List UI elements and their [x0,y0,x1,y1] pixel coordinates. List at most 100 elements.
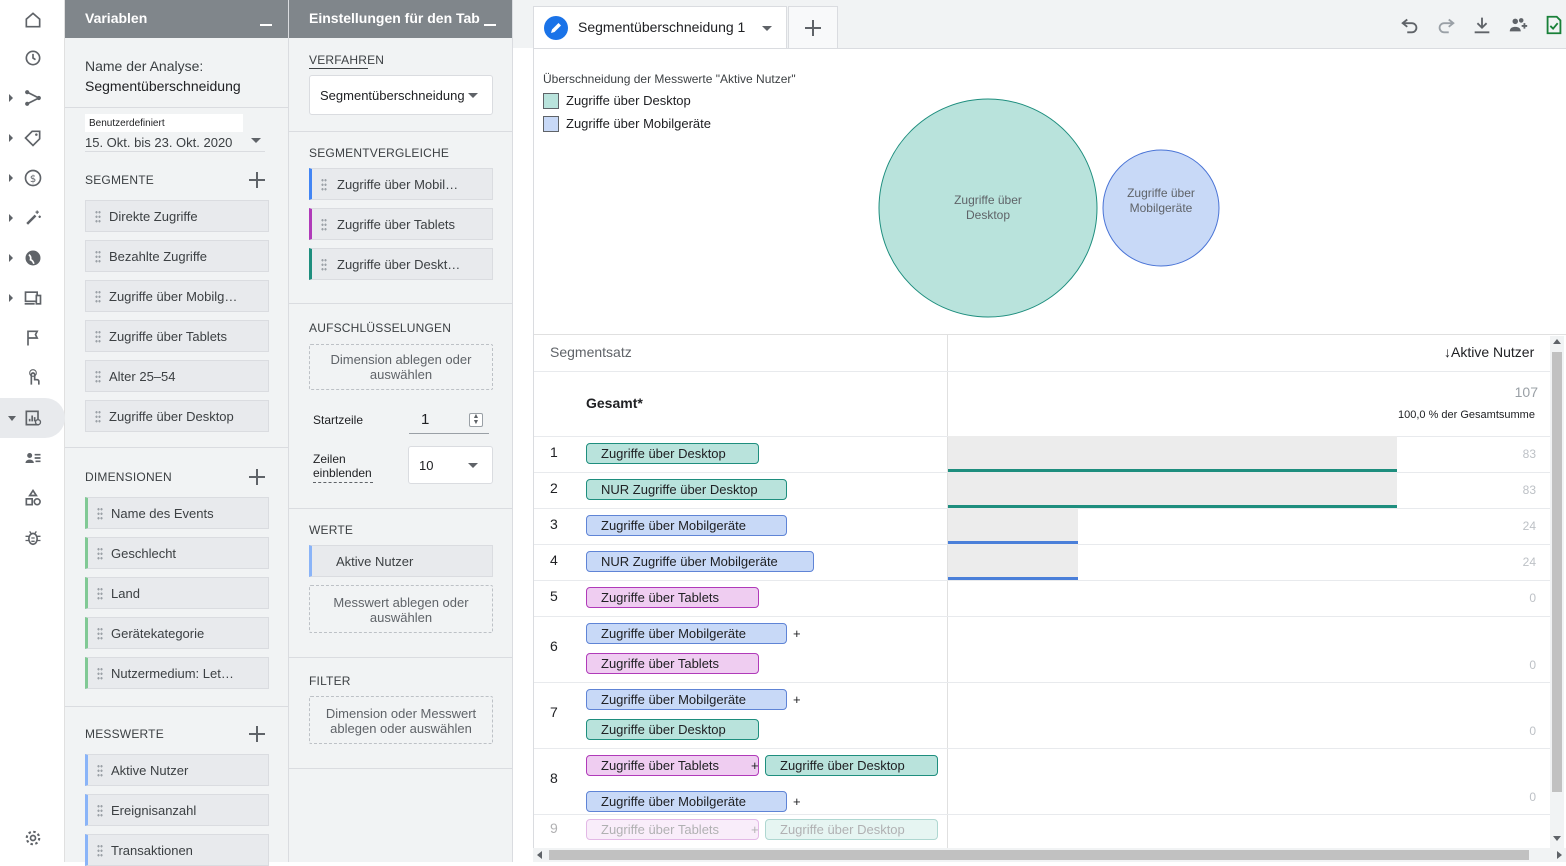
metric-drop-zone[interactable]: Messwert ablegen oder auswählen [309,585,493,633]
shapes-nav-item[interactable] [0,478,65,518]
dimension-chip[interactable]: Gerätekategorie [85,617,269,649]
add-segment-button[interactable] [249,172,265,188]
drag-handle-icon[interactable] [97,547,103,561]
add-tab-button[interactable] [788,6,838,48]
segment-comparison-chip[interactable]: Zugriffe über Deskt… [309,248,493,280]
table-row[interactable]: 3 Zugriffe über Mobilgeräte 24 [534,508,1550,544]
table-row[interactable]: 7 Zugriffe über Mobilgeräte Zugriffe über … [534,682,1550,748]
date-range-picker[interactable]: Benutzerdefiniert 15. Okt. bis 23. Okt. … [85,114,265,152]
tags-nav-item[interactable] [0,118,65,158]
segment-pill[interactable]: Zugriffe über Desktop [765,755,938,776]
collapse-panel-button[interactable] [260,24,272,26]
flag-nav-item[interactable] [0,318,65,358]
scroll-right-icon[interactable] [1557,851,1562,859]
segment-pill[interactable]: Zugriffe über Desktop [586,443,759,464]
segment-chip[interactable]: Zugriffe über Desktop [85,400,269,432]
segment-pill[interactable]: Zugriffe über Tablets [586,819,759,840]
drag-handle-icon[interactable] [321,218,327,232]
reports-nav-item[interactable] [0,38,65,78]
dimension-chip[interactable]: Land [85,577,269,609]
start-row-input[interactable]: 1 ▲ ▼ [409,405,489,434]
metric-column-header[interactable]: ↓Aktive Nutzer [1444,344,1534,360]
export-sheet-icon[interactable] [1543,14,1565,36]
table-row[interactable]: 4 NUR Zugriffe über Mobilgeräte 24 [534,544,1550,580]
h-scrollbar-thumb[interactable] [549,850,1529,860]
segment-pill[interactable]: Zugriffe über Mobilgeräte [586,623,787,644]
drag-handle-icon[interactable] [97,587,103,601]
table-row[interactable]: 2 NUR Zugriffe über Desktop 83 [534,472,1550,508]
drag-handle-icon[interactable] [97,667,103,681]
table-row[interactable]: 1 Zugriffe über Desktop 83 [534,436,1550,472]
tab-menu-chevron-icon[interactable] [762,26,772,31]
table-row[interactable]: 6 Zugriffe über Mobilgeräte Zugriffe über … [534,616,1550,682]
vertical-scrollbar[interactable] [1550,336,1564,849]
table-row[interactable]: 8 Zugriffe über Tablets Zugriffe über Desk… [534,748,1550,814]
globe-nav-item[interactable] [0,238,65,278]
dimension-chip[interactable]: Nutzermedium: Let… [85,657,269,689]
segment-pill[interactable]: Zugriffe über Mobilgeräte [586,791,787,812]
metric-chip[interactable]: Ereignisanzahl [85,794,269,826]
dimension-chip[interactable]: Name des Events [85,497,269,529]
download-icon[interactable] [1471,14,1493,36]
segment-pill[interactable]: Zugriffe über Tablets [586,653,759,674]
drag-handle-icon[interactable] [95,330,101,344]
advertising-nav-item[interactable] [0,198,65,238]
segment-pill[interactable]: Zugriffe über Desktop [586,719,759,740]
scrollbar-thumb[interactable] [1552,352,1562,792]
segment-pill[interactable]: Zugriffe über Tablets [586,587,759,608]
touch-nav-item[interactable] [0,358,65,398]
segment-chip[interactable]: Zugriffe über Tablets [85,320,269,352]
segment-chip[interactable]: Zugriffe über Mobilg… [85,280,269,312]
drag-handle-icon[interactable] [95,290,101,304]
drag-handle-icon[interactable] [97,804,103,818]
drag-handle-icon[interactable] [95,410,101,424]
segment-pill[interactable]: NUR Zugriffe über Mobilgeräte [586,551,814,572]
drag-handle-icon[interactable] [95,250,101,264]
tab-segment-overlap[interactable]: Segmentüberschneidung 1 [533,6,787,48]
redo-icon[interactable] [1435,14,1457,36]
metric-chip[interactable]: Transaktionen [85,834,269,866]
scroll-up-icon[interactable] [1553,339,1561,344]
show-rows-select[interactable]: 10 [408,446,493,484]
segment-chip[interactable]: Bezahlte Zugriffe [85,240,269,272]
home-nav-item[interactable] [0,0,65,40]
add-dimension-button[interactable] [249,469,265,485]
technique-select[interactable]: Segmentüberschneidung [309,75,493,115]
drag-handle-icon[interactable] [97,627,103,641]
breakdown-drop-zone[interactable]: Dimension ablegen oder auswählen [309,344,493,390]
explore-nav-item[interactable] [0,78,65,118]
monetization-nav-item[interactable]: $ [0,158,65,198]
filter-drop-zone[interactable]: Dimension oder Messwert ablegen oder aus… [309,696,493,744]
devices-nav-item[interactable] [0,278,65,318]
collapse-panel-button[interactable] [484,24,496,26]
add-metric-button[interactable] [249,726,265,742]
analysis-nav-item[interactable] [0,398,65,438]
drag-handle-icon[interactable] [97,764,103,778]
segment-chip[interactable]: Alter 25–54 [85,360,269,392]
segment-pill[interactable]: Zugriffe über Mobilgeräte [586,515,787,536]
drag-handle-icon[interactable] [97,507,103,521]
drag-handle-icon[interactable] [321,258,327,272]
scroll-down-icon[interactable] [1553,836,1561,841]
table-row[interactable]: 5 Zugriffe über Tablets 0 [534,580,1550,616]
horizontal-scrollbar[interactable] [533,848,1566,862]
drag-handle-icon[interactable] [97,844,103,858]
share-users-icon[interactable] [1507,14,1529,36]
drag-handle-icon[interactable] [321,178,327,192]
drag-handle-icon[interactable] [95,210,101,224]
users-nav-item[interactable] [0,438,65,478]
settings-nav-item[interactable] [0,818,65,858]
segment-comparison-chip[interactable]: Zugriffe über Tablets [309,208,493,240]
debug-nav-item[interactable] [0,518,65,558]
drag-handle-icon[interactable] [95,370,101,384]
segment-chip[interactable]: Direkte Zugriffe [85,200,269,232]
segment-pill[interactable]: NUR Zugriffe über Desktop [586,479,787,500]
segment-pill[interactable]: Zugriffe über Tablets [586,755,759,776]
scroll-left-icon[interactable] [537,851,542,859]
stepper-icon[interactable]: ▲ ▼ [469,413,483,427]
undo-icon[interactable] [1399,14,1421,36]
metric-chip[interactable]: Aktive Nutzer [85,754,269,786]
dimension-chip[interactable]: Geschlecht [85,537,269,569]
segment-pill[interactable]: Zugriffe über Desktop [765,819,938,840]
segment-pill[interactable]: Zugriffe über Mobilgeräte [586,689,787,710]
